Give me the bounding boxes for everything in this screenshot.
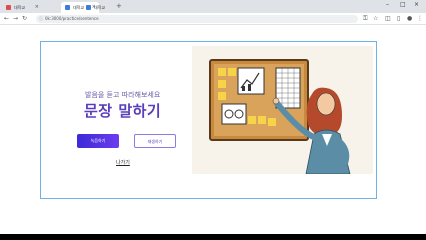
reload-icon[interactable]: ↻ xyxy=(22,15,27,23)
menu-kebab-icon[interactable]: ⋮ xyxy=(417,15,423,23)
site-info-icon[interactable]: ⓘ xyxy=(39,15,43,23)
profile-avatar-icon[interactable]: ● xyxy=(407,15,412,23)
woman-presenting-illustration-icon xyxy=(209,59,351,174)
tab-1[interactable]: 대학교 × xyxy=(2,2,42,13)
play-button[interactable]: 재생하기 xyxy=(134,134,176,148)
page-title: 문장 말하기 xyxy=(84,102,162,120)
address-toolbar: ← → ↻ ⓘ 0k:3000/practice/sentence ⚿ ☆ ◫ … xyxy=(0,13,426,25)
close-window-icon[interactable]: × xyxy=(414,1,419,8)
exit-link[interactable]: 나가기 xyxy=(116,159,130,166)
key-icon[interactable]: ⚿ xyxy=(363,15,368,23)
maximize-icon[interactable]: □ xyxy=(400,1,406,8)
url-bar[interactable]: ⓘ 0k:3000/practice/sentence xyxy=(36,15,358,23)
tab-3-title: 대학교 xyxy=(94,5,106,10)
minimize-icon[interactable]: – xyxy=(386,1,389,8)
tab-3[interactable]: 대학교 xyxy=(82,2,115,13)
sidebar-icon[interactable]: ▯ xyxy=(397,15,400,23)
page-subtitle: 발음을 듣고 따라해보세요 xyxy=(85,91,161,99)
extensions-icon[interactable]: ◫ xyxy=(385,15,391,23)
url-text: 0k:3000/practice/sentence xyxy=(45,16,99,21)
close-tab-icon[interactable]: × xyxy=(35,2,39,13)
new-tab-plus-icon[interactable]: + xyxy=(116,2,122,11)
back-arrow-icon[interactable]: ← xyxy=(4,15,9,23)
browser-window: 대학교 × 대학교 × 대학교 + – □ × ← → ↻ ⓘ 0k:3000/… xyxy=(0,0,426,234)
screen-bottom-edge xyxy=(0,234,426,240)
tab-favicon-icon xyxy=(65,5,70,10)
tab-favicon-icon xyxy=(86,5,91,10)
page-viewport: 발음을 듣고 따라해보세요 문장 말하기 녹음하기 재생하기 나가기 xyxy=(0,25,426,234)
bookmark-star-icon[interactable]: ☆ xyxy=(373,15,378,23)
presentation-illustration xyxy=(192,46,373,174)
practice-card: 발음을 듣고 따라해보세요 문장 말하기 녹음하기 재생하기 나가기 xyxy=(40,41,377,199)
tab-1-title: 대학교 xyxy=(14,5,26,10)
tab-favicon-icon xyxy=(6,5,11,10)
forward-arrow-icon[interactable]: → xyxy=(13,15,18,23)
tab-bar: 대학교 × 대학교 × 대학교 + – □ × xyxy=(0,0,426,13)
record-button[interactable]: 녹음하기 xyxy=(77,134,119,148)
